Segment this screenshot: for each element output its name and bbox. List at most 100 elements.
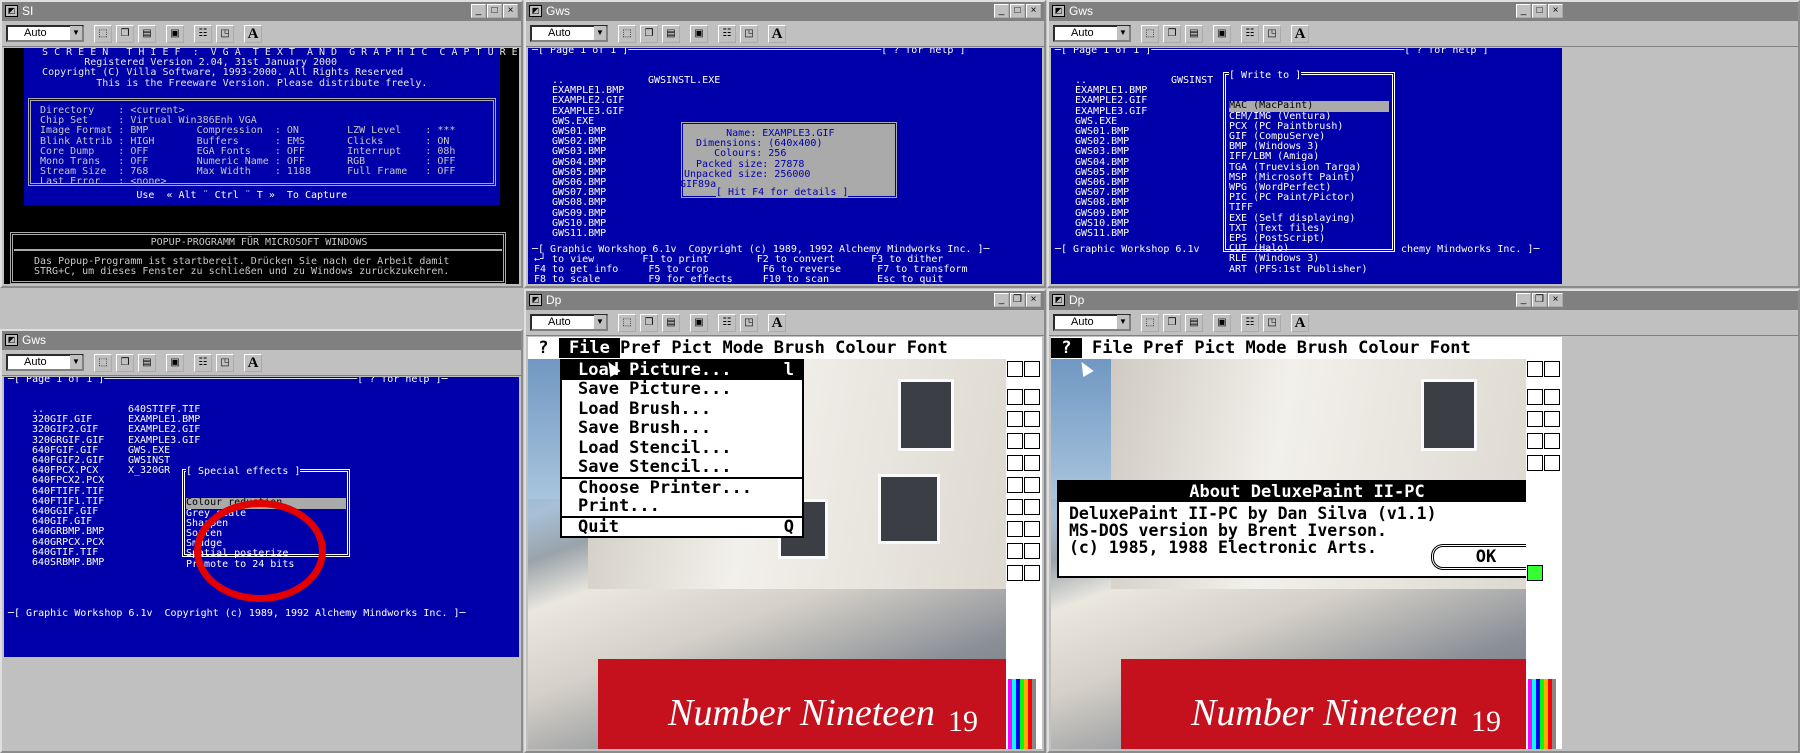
menu-file[interactable]: File [558,338,621,358]
title-bar[interactable]: ◩ Dp _ ❐ × [1049,291,1798,310]
menu-pref[interactable]: Pref [620,338,671,358]
menu-item-load-picture[interactable]: Load Picture... l [562,360,802,381]
mark-icon[interactable]: ⬚ [94,24,112,43]
minimize-button[interactable]: _ [1516,293,1531,307]
color-palette[interactable] [1528,679,1560,749]
zoom-tool-icon[interactable] [1007,543,1023,559]
file-entry[interactable]: GWSINSTL.EXE [648,75,720,86]
menu-pref[interactable]: Pref [1143,338,1194,358]
window-gws-effects[interactable]: ◩ Gws Auto ⬚❐▤ ▣ ☷◳ A ─[ Page 1 of 1 ]──────… [0,329,523,753]
title-bar[interactable]: ◩ Gws [2,331,521,350]
undo-tool-icon[interactable] [1007,565,1023,581]
copy-icon[interactable]: ❐ [640,313,658,332]
window-dp-about[interactable]: ◩Dp _❐× Auto ⬚❐▤▣☷◳A Number Nineteen 19 … [1047,289,1800,753]
brush-tool-icon[interactable] [1527,361,1543,377]
font-size-select[interactable]: Auto [530,25,608,42]
minimize-button[interactable]: _ [994,293,1009,307]
properties-icon[interactable]: ☷ [718,313,736,332]
rect-tool-icon[interactable] [1527,455,1543,471]
properties-icon[interactable]: ☷ [194,24,212,43]
circle-tool-icon[interactable] [1544,455,1560,471]
menu-item-load-stencil[interactable]: Load Stencil... [562,438,802,458]
copy-icon[interactable]: ❐ [116,24,134,43]
line-tool-icon[interactable] [1527,411,1543,427]
font-size-select[interactable]: Auto [6,25,84,42]
mark-icon[interactable]: ⬚ [618,313,636,332]
freehand-tool-icon[interactable] [1527,389,1543,405]
menu-brush[interactable]: Brush [774,338,835,358]
properties-icon[interactable]: ☷ [1241,24,1259,43]
file-entry[interactable]: GWSINST [1171,75,1213,86]
curve-tool-icon[interactable] [1544,389,1560,405]
fullscreen-icon[interactable]: ▣ [690,24,708,43]
font-icon[interactable]: A [244,24,262,43]
background-icon[interactable]: ◳ [740,313,758,332]
properties-icon[interactable]: ☷ [718,24,736,43]
fill-tool-icon[interactable] [1527,433,1543,449]
font-icon[interactable]: A [768,313,786,332]
menu-pict[interactable]: Pict [671,338,722,358]
paste-icon[interactable]: ▤ [662,24,680,43]
minimize-button[interactable]: _ [1516,4,1531,18]
close-button[interactable]: × [1548,4,1563,18]
close-button[interactable]: × [1026,293,1041,307]
arc-tool-icon[interactable] [1024,411,1040,427]
menu-item-quit[interactable]: Quit Q [562,516,802,537]
symmetry-tool-icon[interactable] [1024,521,1040,537]
maximize-button[interactable]: □ [487,4,502,18]
fullscreen-icon[interactable]: ▣ [1213,24,1231,43]
fullscreen-icon[interactable]: ▣ [166,353,184,372]
freehand-tool-icon[interactable] [1007,389,1023,405]
ellipse-tool-icon[interactable] [1007,477,1023,493]
line-tool-icon[interactable] [1007,411,1023,427]
menu-mode[interactable]: Mode [723,338,774,358]
menu-help[interactable]: ? [1051,338,1082,358]
menu-item-save-picture[interactable]: Save Picture... [562,379,802,399]
menu-help[interactable]: ? [528,338,559,358]
airbrush-tool-icon[interactable] [1024,433,1040,449]
airbrush-tool-icon[interactable] [1544,433,1560,449]
copy-icon[interactable]: ❐ [116,353,134,372]
title-bar[interactable]: ◩ SI _ □ × [2,2,521,21]
menu-colour[interactable]: Colour [1358,338,1430,358]
restore-button[interactable]: ❐ [1010,293,1025,307]
brush-tool-icon[interactable] [1007,361,1023,377]
copy-icon[interactable]: ❐ [640,24,658,43]
menu-font[interactable]: Font [1430,338,1471,358]
menu-brush[interactable]: Brush [1297,338,1358,358]
font-icon[interactable]: A [1291,24,1309,43]
font-size-select[interactable]: Auto [6,354,84,371]
menu-item-save-stencil[interactable]: Save Stencil... [562,457,802,477]
font-size-select[interactable]: Auto [1053,25,1131,42]
properties-icon[interactable]: ☷ [1241,313,1259,332]
grid-tool-icon[interactable] [1007,521,1023,537]
menu-font[interactable]: Font [907,338,948,358]
ok-button[interactable]: OK [1431,544,1541,570]
font-size-select[interactable]: Auto [1053,314,1131,331]
select-tool-icon[interactable] [1007,499,1023,515]
polygon-tool-icon[interactable] [1024,477,1040,493]
paste-icon[interactable]: ▤ [1185,313,1203,332]
paste-icon[interactable]: ▤ [138,353,156,372]
paste-icon[interactable]: ▤ [662,313,680,332]
menu-item-choose-printer[interactable]: Choose Printer... [562,477,802,498]
copy-icon[interactable]: ❐ [1163,313,1181,332]
brush-size-icon[interactable] [1024,361,1040,377]
paste-icon[interactable]: ▤ [138,24,156,43]
copy-icon[interactable]: ❐ [1163,24,1181,43]
current-color-icon[interactable] [1527,565,1543,581]
fill-tool-icon[interactable] [1007,433,1023,449]
arc-tool-icon[interactable] [1544,411,1560,427]
magnify-tool-icon[interactable] [1024,543,1040,559]
fullscreen-icon[interactable]: ▣ [1213,313,1231,332]
window-gws-info[interactable]: ◩ Gws _□× Auto ⬚❐▤ ▣ ☷◳ A ─[ Page 1 of 1 ]──… [524,0,1046,288]
menu-item-save-brush[interactable]: Save Brush... [562,418,802,438]
curve-tool-icon[interactable] [1024,389,1040,405]
font-icon[interactable]: A [768,24,786,43]
background-icon[interactable]: ◳ [1263,24,1281,43]
window-dp-menu[interactable]: ◩Dp _❐× Auto ⬚❐▤▣☷◳A Number Nineteen 19 … [524,289,1046,753]
fullscreen-icon[interactable]: ▣ [690,313,708,332]
mark-icon[interactable]: ⬚ [1141,24,1159,43]
rect-tool-icon[interactable] [1007,455,1023,471]
menu-item-print[interactable]: Print... [562,496,802,516]
